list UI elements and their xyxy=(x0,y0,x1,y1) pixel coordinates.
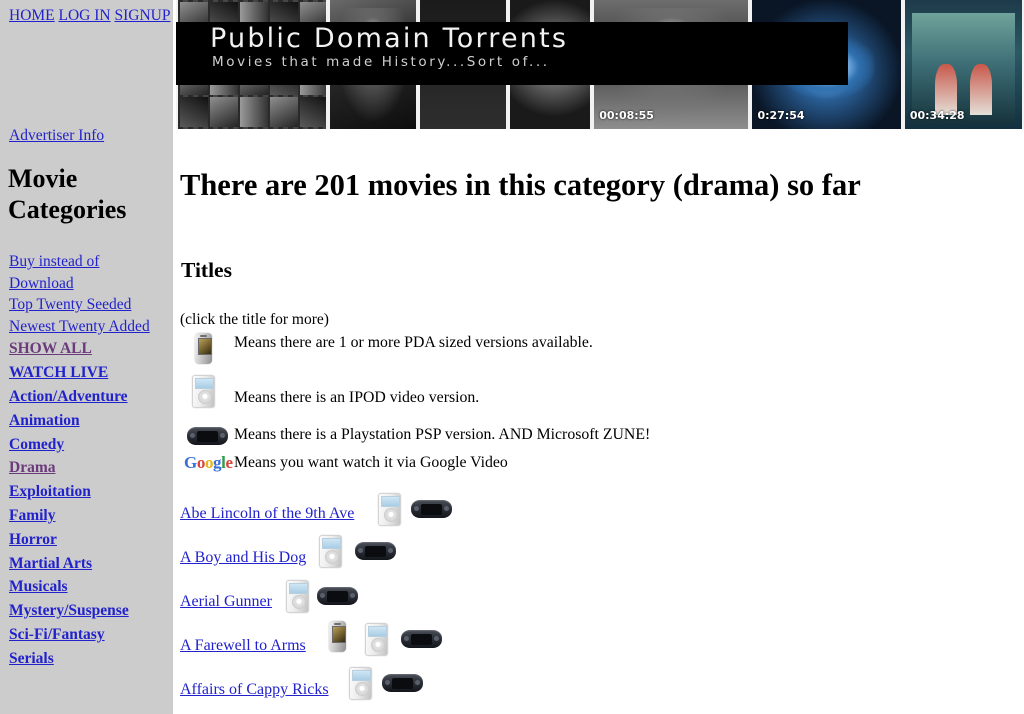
sidebar-item-horror[interactable]: Horror xyxy=(9,528,174,552)
movie-row-a-boy-and-his-dog: A Boy and His Dog xyxy=(180,530,980,574)
page-title: There are 201 movies in this category (d… xyxy=(180,168,861,202)
banner-robot-art xyxy=(911,12,1015,124)
titles-heading: Titles xyxy=(181,258,232,282)
nav-link-login[interactable]: LOG IN xyxy=(59,7,111,24)
top-nav: HOME LOG IN SIGNUP xyxy=(0,0,173,25)
movie-list: Abe Lincoln of the 9th Ave A Boy and His… xyxy=(180,486,980,706)
legend-row-ipod: Means there is an IPOD video version. xyxy=(180,375,880,427)
ipod-icon[interactable] xyxy=(349,667,372,700)
banner-timestamp-2: 0:27:54 xyxy=(757,109,805,122)
legend-text-google: Means you want watch it via Google Video xyxy=(234,454,508,471)
banner-frame-robots: 00:34:28 xyxy=(902,0,1024,129)
ipod-icon[interactable] xyxy=(286,580,309,613)
psp-icon[interactable] xyxy=(401,630,442,648)
sidebar-item-buy-instead-of-download[interactable]: Buy instead of Download xyxy=(9,251,159,294)
legend-row-psp: Means there is a Playstation PSP version… xyxy=(180,426,880,452)
google-letter-o1: o xyxy=(196,453,206,472)
advertiser-info: Advertiser Info xyxy=(9,127,104,145)
movie-row-aerial-gunner: Aerial Gunner xyxy=(180,574,980,618)
google-video-icon: Google xyxy=(184,454,233,471)
movie-title-link[interactable]: A Farewell to Arms xyxy=(180,637,306,655)
sidebar-item-family[interactable]: Family xyxy=(9,504,174,528)
sidebar-item-top-twenty-seeded[interactable]: Top Twenty Seeded xyxy=(9,294,159,316)
click-note: (click the title for more) xyxy=(180,311,329,328)
sidebar-item-sci-fi-fantasy[interactable]: Sci-Fi/Fantasy xyxy=(9,623,174,647)
sidebar-item-martial-arts[interactable]: Martial Arts xyxy=(9,552,174,576)
legend-text-ipod: Means there is an IPOD video version. xyxy=(234,389,480,406)
psp-icon[interactable] xyxy=(355,542,396,560)
sidebar-item-show-all[interactable]: SHOW ALL xyxy=(9,337,174,361)
page-root: HOME LOG IN SIGNUP Advertiser Info Movie… xyxy=(0,0,1024,714)
movie-title-link[interactable]: Affairs of Cappy Ricks xyxy=(180,681,329,699)
psp-icon[interactable] xyxy=(411,500,452,518)
banner-subtitle: Movies that made History...Sort of... xyxy=(212,54,550,70)
sidebar-item-mystery-suspense[interactable]: Mystery/Suspense xyxy=(9,599,174,623)
movie-row-a-farewell-to-arms: A Farewell to Arms xyxy=(180,618,980,662)
psp-icon[interactable] xyxy=(317,587,358,605)
ipod-icon[interactable] xyxy=(378,493,401,526)
legend-text-pda: Means there are 1 or more PDA sized vers… xyxy=(234,334,593,351)
banner-timestamp-1: 00:08:55 xyxy=(599,109,654,122)
movie-title-link[interactable]: Aerial Gunner xyxy=(180,593,272,611)
legend-row-google: Google Means you want watch it via Googl… xyxy=(180,452,880,476)
category-list: Buy instead of Download Top Twenty Seede… xyxy=(9,251,174,671)
sidebar-item-drama[interactable]: Drama xyxy=(9,456,174,480)
ipod-icon[interactable] xyxy=(319,535,342,568)
ipod-icon xyxy=(192,375,215,408)
psp-icon[interactable] xyxy=(382,674,423,692)
banner-title: Public Domain Torrents xyxy=(210,23,569,54)
sidebar-item-musicals[interactable]: Musicals xyxy=(9,575,174,599)
nav-link-home[interactable]: HOME xyxy=(9,7,55,24)
advertiser-info-link[interactable]: Advertiser Info xyxy=(9,127,104,144)
pda-icon[interactable] xyxy=(329,621,346,652)
google-letter-e: e xyxy=(225,453,233,472)
nav-link-signup[interactable]: SIGNUP xyxy=(114,7,170,24)
movie-row-abe-lincoln-of-the-9th-ave: Abe Lincoln of the 9th Ave xyxy=(180,486,980,530)
sidebar-item-action-adventure[interactable]: Action/Adventure xyxy=(9,385,174,409)
ipod-icon[interactable] xyxy=(365,623,388,656)
google-letter-g2: g xyxy=(213,453,222,472)
movie-row-affairs-of-cappy-ricks: Affairs of Cappy Ricks xyxy=(180,662,980,706)
banner-timestamp-3: 00:34:28 xyxy=(909,109,965,122)
google-letter-o2: o xyxy=(204,453,214,472)
movie-title-link[interactable]: A Boy and His Dog xyxy=(180,549,306,567)
pda-icon xyxy=(195,333,212,364)
sidebar-item-comedy[interactable]: Comedy xyxy=(9,433,174,457)
sidebar-item-watch-live[interactable]: WATCH LIVE xyxy=(9,361,174,385)
legend-text-psp: Means there is a Playstation PSP version… xyxy=(234,426,651,443)
sidebar: HOME LOG IN SIGNUP Advertiser Info Movie… xyxy=(0,0,173,714)
psp-icon xyxy=(187,427,228,445)
movie-title-link[interactable]: Abe Lincoln of the 9th Ave xyxy=(180,505,354,523)
site-banner[interactable]: 00:08:55 0:27:54 00:34:28 Public Domain … xyxy=(176,0,1024,129)
icon-legend: Means there are 1 or more PDA sized vers… xyxy=(180,329,880,476)
legend-row-pda: Means there are 1 or more PDA sized vers… xyxy=(180,329,880,377)
sidebar-item-serials[interactable]: Serials xyxy=(9,647,174,671)
movie-categories-heading: Movie Categories xyxy=(8,164,127,224)
google-letter-g1: G xyxy=(184,453,197,472)
sidebar-item-newest-twenty-added[interactable]: Newest Twenty Added xyxy=(9,316,159,338)
sidebar-item-animation[interactable]: Animation xyxy=(9,409,174,433)
sidebar-item-exploitation[interactable]: Exploitation xyxy=(9,480,174,504)
